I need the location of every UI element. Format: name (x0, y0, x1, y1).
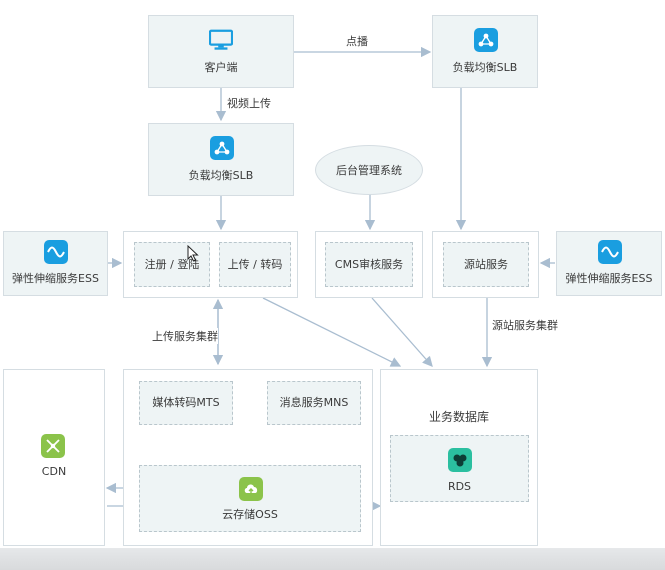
business-db-label: 业务数据库 (428, 410, 489, 424)
cdn-node[interactable]: CDN (3, 369, 105, 546)
slb-right-node[interactable]: 负载均衡SLB (432, 15, 538, 88)
ess-left-node[interactable]: 弹性伸缩服务ESS (3, 231, 108, 296)
arrow-cms-to-db (371, 297, 433, 367)
origin-group: 源站服务 (432, 231, 539, 298)
oss-label: 云存储OSS (222, 508, 278, 521)
slb-top-label: 负载均衡SLB (188, 169, 254, 182)
mns-service[interactable]: 消息服务MNS (267, 381, 361, 425)
media-processing-group: 媒体转码MTS 消息服务MNS 云存储OSS (123, 369, 373, 546)
mns-label: 消息服务MNS (279, 396, 349, 409)
edge-label-upload-cluster: 上传服务集群 (152, 328, 218, 344)
edge-label-origin-cluster: 源站服务集群 (492, 317, 558, 333)
client-label: 客户端 (204, 61, 238, 74)
origin-label: 源站服务 (464, 258, 508, 271)
cms-review-service[interactable]: CMS审核服务 (325, 242, 413, 287)
upload-transcode-label: 上传 / 转码 (227, 258, 283, 271)
ess-right-node[interactable]: 弹性伸缩服务ESS (556, 231, 662, 296)
upload-transcode-service[interactable]: 上传 / 转码 (219, 242, 291, 287)
business-db-group: 业务数据库 RDS (380, 369, 538, 546)
client-node[interactable]: 客户端 (148, 15, 294, 88)
cms-label: CMS审核服务 (334, 258, 404, 271)
mouse-cursor-icon (187, 244, 199, 266)
cdn-label: CDN (41, 465, 67, 478)
load-balancer-icon (474, 28, 498, 52)
bottom-bar (0, 548, 665, 570)
monitor-icon (209, 28, 233, 52)
rds-label: RDS (447, 480, 472, 493)
load-balancer-icon (210, 136, 234, 160)
slb-right-label: 负载均衡SLB (452, 61, 518, 74)
oss-service[interactable]: 云存储OSS (139, 465, 361, 532)
upload-service-group: 注册 / 登陆 上传 / 转码 (123, 231, 298, 298)
mts-label: 媒体转码MTS (152, 396, 220, 409)
arrow-upload-to-db (262, 297, 402, 367)
elastic-scaling-icon (598, 240, 622, 264)
slb-top-node[interactable]: 负载均衡SLB (148, 123, 294, 196)
elastic-scaling-icon (44, 240, 68, 264)
admin-system-node[interactable]: 后台管理系统 (315, 145, 423, 195)
ess-right-label: 弹性伸缩服务ESS (565, 272, 653, 285)
cms-group: CMS审核服务 (315, 231, 423, 298)
edge-label-play: 点播 (346, 33, 368, 49)
origin-service[interactable]: 源站服务 (443, 242, 529, 287)
edge-label-video-upload: 视频上传 (227, 95, 271, 111)
ess-left-label: 弹性伸缩服务ESS (12, 272, 99, 285)
mts-service[interactable]: 媒体转码MTS (139, 381, 233, 425)
cdn-icon (41, 434, 65, 458)
rds-database-icon (448, 448, 472, 472)
cloud-storage-icon (239, 477, 263, 501)
admin-label: 后台管理系统 (336, 164, 402, 177)
rds-service[interactable]: RDS (390, 435, 529, 502)
